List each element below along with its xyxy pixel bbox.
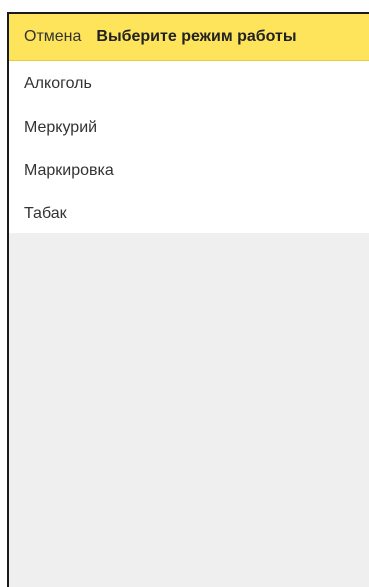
mode-item-tobacco[interactable]: Табак	[9, 192, 369, 235]
mode-item-alcohol[interactable]: Алкоголь	[9, 61, 369, 106]
mode-list: Алкоголь Меркурий Маркировка Табак	[9, 61, 369, 233]
cancel-button[interactable]: Отмена	[24, 28, 81, 46]
header-bar: Отмена Выберите режим работы	[9, 14, 369, 61]
mode-item-mercury[interactable]: Меркурий	[9, 106, 369, 149]
page-title: Выберите режим работы	[96, 28, 297, 45]
mode-select-screen: Отмена Выберите режим работы Алкоголь Ме…	[7, 12, 369, 587]
mode-item-marking[interactable]: Маркировка	[9, 149, 369, 192]
